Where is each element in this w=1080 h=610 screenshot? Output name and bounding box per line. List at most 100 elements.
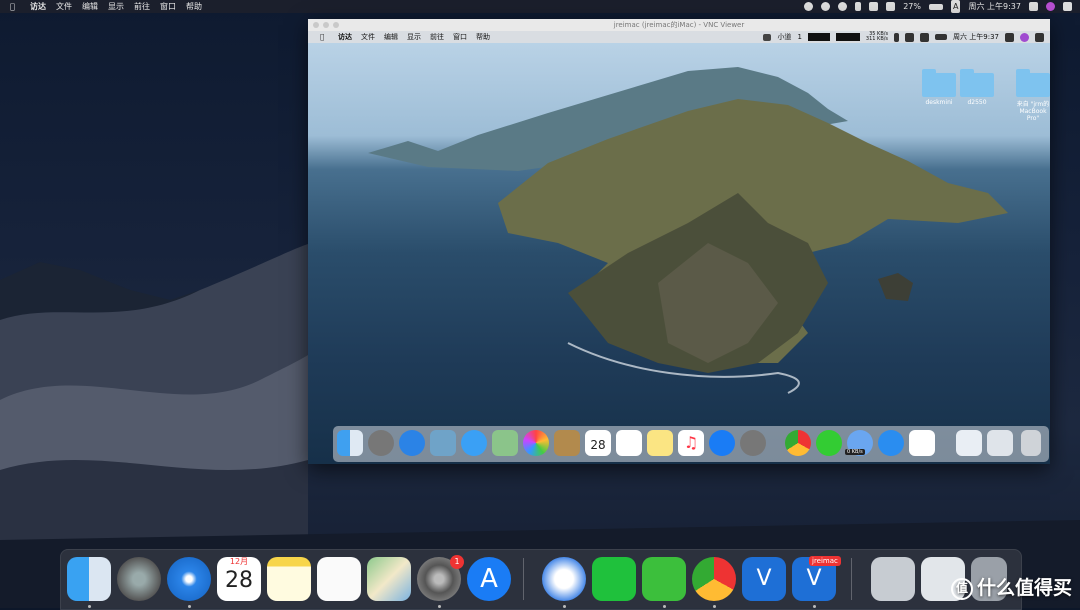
safari-icon[interactable] bbox=[399, 430, 425, 456]
remote-status-text[interactable]: 小道 bbox=[777, 31, 791, 43]
host-menubar:  访达 文件 编辑 显示 前往 窗口 帮助 27% A 周六 上午9:37 bbox=[0, 0, 1080, 13]
remote-apple-icon[interactable]:  bbox=[320, 31, 324, 43]
watermark: 值什么值得买 bbox=[950, 573, 1072, 600]
cpu-graph-icon[interactable] bbox=[807, 33, 830, 41]
remote-menu-edit[interactable]: 编辑 bbox=[384, 31, 398, 43]
memory-graph-icon[interactable] bbox=[835, 33, 860, 41]
remote-search-icon[interactable] bbox=[1005, 32, 1014, 42]
folder-icon bbox=[960, 69, 994, 97]
finder-icon[interactable] bbox=[67, 557, 111, 601]
remote-menu-window[interactable]: 窗口 bbox=[453, 31, 467, 43]
clock[interactable]: 周六 上午9:37 bbox=[968, 0, 1021, 13]
maps-icon[interactable] bbox=[492, 430, 518, 456]
calendar-icon[interactable]: 12月 28 bbox=[217, 557, 261, 601]
desktop-folder-d2550[interactable]: d2550 bbox=[952, 69, 1002, 106]
remote-notification-icon[interactable] bbox=[1035, 32, 1044, 42]
trash-icon[interactable] bbox=[1021, 430, 1041, 456]
remote-desktop[interactable]: deskmini d2550 来自 "jrm的 MacBook Pro" 28 bbox=[308, 43, 1050, 464]
cloud-icon[interactable] bbox=[878, 430, 904, 456]
watermark-text: 什么值得买 bbox=[976, 577, 1072, 599]
messages-icon[interactable] bbox=[461, 430, 487, 456]
wechat-icon[interactable] bbox=[642, 557, 686, 601]
remote-clock[interactable]: 周六 上午9:37 bbox=[953, 31, 999, 43]
volume-icon[interactable] bbox=[886, 2, 896, 11]
launchpad-icon[interactable] bbox=[368, 430, 394, 456]
documents-stack-icon[interactable] bbox=[956, 430, 982, 456]
maps-icon[interactable] bbox=[367, 557, 411, 601]
remote-screen-icon[interactable] bbox=[763, 33, 772, 41]
menu-view[interactable]: 显示 bbox=[108, 0, 124, 13]
remote-battery-icon[interactable] bbox=[935, 34, 948, 40]
notes-icon[interactable] bbox=[647, 430, 673, 456]
remote-status-num[interactable]: 1 bbox=[797, 31, 801, 43]
wifi-icon[interactable] bbox=[869, 2, 879, 11]
preview-icon[interactable] bbox=[430, 430, 456, 456]
siri-icon[interactable] bbox=[1046, 2, 1055, 11]
remote-menu-app[interactable]: 访达 bbox=[338, 31, 352, 43]
remote-wifi-icon[interactable] bbox=[905, 32, 915, 42]
network-speed-icon[interactable]: 0 KB/s bbox=[845, 430, 873, 456]
remote-menu-file[interactable]: 文件 bbox=[361, 31, 375, 43]
iqiyi-icon[interactable] bbox=[592, 557, 636, 601]
menu-window[interactable]: 窗口 bbox=[160, 0, 176, 13]
main-dock: 12月 28 1 A V V jreimac bbox=[60, 549, 1022, 610]
wechat-icon[interactable] bbox=[816, 430, 842, 456]
safari-icon[interactable] bbox=[167, 557, 211, 601]
apple-icon[interactable]:  bbox=[10, 0, 15, 13]
calendar-icon[interactable]: 28 bbox=[585, 430, 611, 456]
menu-go[interactable]: 前往 bbox=[134, 0, 150, 13]
wechat-icon[interactable] bbox=[804, 2, 814, 11]
zoom-button[interactable] bbox=[333, 22, 339, 28]
bluetooth-icon[interactable] bbox=[855, 2, 862, 11]
contacts-icon[interactable] bbox=[554, 430, 580, 456]
remote-menu-help[interactable]: 帮助 bbox=[476, 31, 490, 43]
status-icon[interactable] bbox=[838, 2, 848, 11]
network-speed-icon[interactable] bbox=[542, 557, 586, 601]
chrome-icon[interactable] bbox=[785, 430, 811, 456]
calendar-month: 12月 bbox=[229, 557, 249, 566]
folder-label: deskmini bbox=[925, 99, 953, 106]
vnc-viewer-window[interactable]: jreimac (jreimac的iMac) - VNC Viewer  访达… bbox=[308, 19, 1050, 464]
app-store-icon[interactable]: A bbox=[467, 557, 511, 601]
menu-edit[interactable]: 编辑 bbox=[82, 0, 98, 13]
app-store-icon[interactable] bbox=[709, 430, 735, 456]
chrome-icon[interactable] bbox=[692, 557, 736, 601]
folder-label: d2550 bbox=[967, 99, 987, 106]
downloads-stack-icon[interactable] bbox=[987, 430, 1013, 456]
photos-icon[interactable] bbox=[523, 430, 549, 456]
remote-menu-go[interactable]: 前往 bbox=[430, 31, 444, 43]
finder-icon[interactable] bbox=[337, 430, 363, 456]
system-preferences-icon[interactable] bbox=[740, 430, 766, 456]
menu-app[interactable]: 访达 bbox=[30, 0, 46, 13]
remote-bluetooth-icon[interactable] bbox=[894, 32, 900, 42]
music-icon[interactable]: ♫ bbox=[678, 430, 704, 456]
battery-percent[interactable]: 27% bbox=[903, 0, 921, 13]
vnc-server-icon[interactable]: V bbox=[742, 557, 786, 601]
close-button[interactable] bbox=[313, 22, 319, 28]
input-source[interactable]: A bbox=[951, 0, 961, 13]
notification-center-icon[interactable] bbox=[1063, 2, 1072, 11]
battery-icon[interactable] bbox=[929, 3, 943, 10]
calendar-day: 28 bbox=[590, 438, 606, 452]
search-icon[interactable] bbox=[1029, 2, 1038, 11]
vnc-session-label: jreimac bbox=[809, 556, 841, 566]
baidu-netdisk-icon[interactable] bbox=[909, 430, 935, 456]
remote-menubar:  访达 文件 编辑 显示 前往 窗口 帮助 小道 1 35 KB/s 311 … bbox=[308, 31, 1050, 43]
window-title: jreimac (jreimac的iMac) - VNC Viewer bbox=[613, 21, 745, 29]
minimize-button[interactable] bbox=[323, 22, 329, 28]
desktop-folder-macbook[interactable]: 来自 "jrm的 MacBook Pro" bbox=[1014, 69, 1050, 122]
disk-utility-icon[interactable] bbox=[871, 557, 915, 601]
window-titlebar[interactable]: jreimac (jreimac的iMac) - VNC Viewer bbox=[308, 19, 1050, 31]
remote-volume-icon[interactable] bbox=[920, 32, 930, 42]
remote-menu-view[interactable]: 显示 bbox=[407, 31, 421, 43]
reminders-icon[interactable] bbox=[616, 430, 642, 456]
dock-separator bbox=[851, 558, 852, 600]
net-speed[interactable]: 35 KB/s 311 KB/s bbox=[866, 32, 888, 42]
launchpad-icon[interactable] bbox=[117, 557, 161, 601]
menu-file[interactable]: 文件 bbox=[56, 0, 72, 13]
notes-icon[interactable] bbox=[267, 557, 311, 601]
reminders-icon[interactable] bbox=[317, 557, 361, 601]
menu-help[interactable]: 帮助 bbox=[186, 0, 202, 13]
record-icon[interactable] bbox=[821, 2, 831, 11]
remote-siri-icon[interactable] bbox=[1020, 32, 1029, 42]
